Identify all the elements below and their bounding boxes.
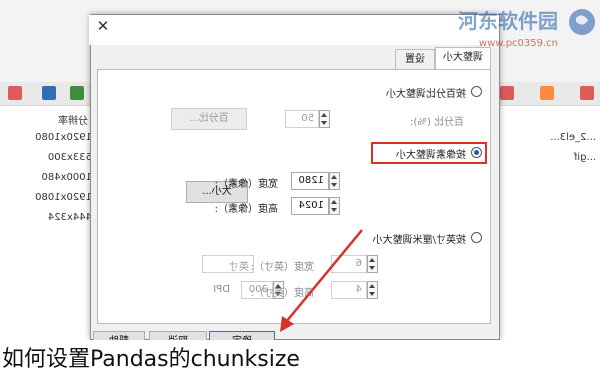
pointer-arrowhead — [280, 316, 294, 332]
page-caption: 如何设置Pandas的chunksize — [0, 340, 600, 380]
arrow-overlay — [280, 229, 363, 332]
pointer-arrow — [285, 229, 363, 323]
